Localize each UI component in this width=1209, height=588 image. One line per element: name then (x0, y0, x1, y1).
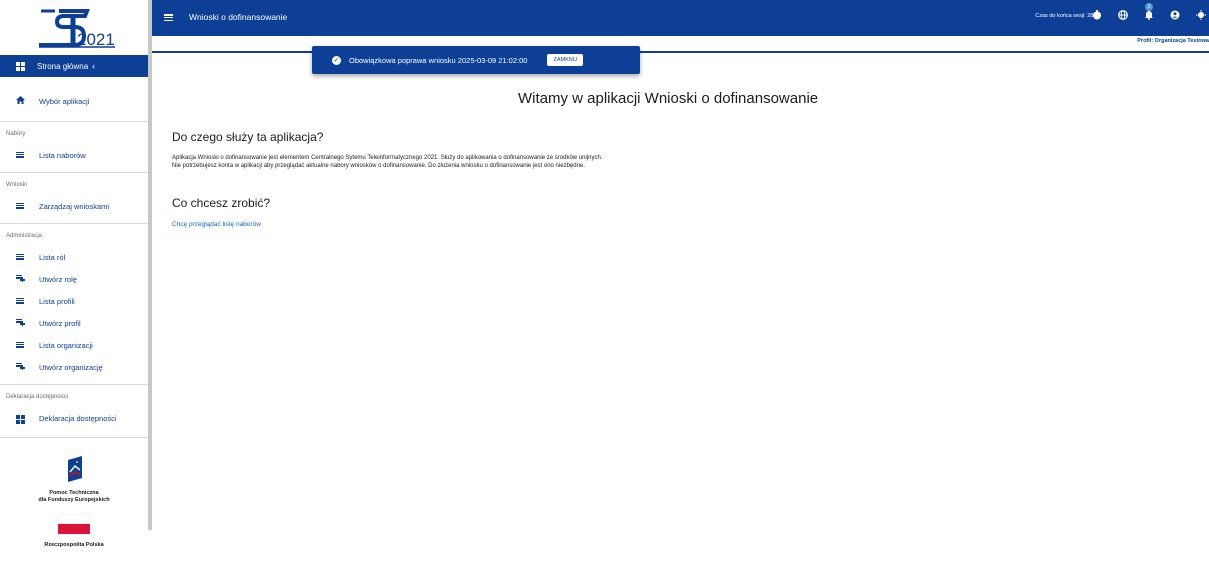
sidebar-item-label: Lista organizacji (39, 340, 93, 350)
active-profile[interactable]: Profil: Organizacja Testowa (1137, 38, 1209, 44)
sponsor-line1: Pomoc Techniczna (49, 490, 99, 496)
chevron-left-icon[interactable]: ‹ (92, 61, 95, 71)
sidebar-item-label: Lista profili (39, 296, 75, 306)
sidebar-item-accessibility-statement[interactable]: Deklaracja dostępności (0, 407, 148, 429)
sidebar-item-app-select[interactable]: Wybór aplikacji (0, 90, 148, 112)
dashboard-icon (16, 61, 25, 71)
sidebar-item-organizations-list[interactable]: Lista organizacji (0, 334, 148, 356)
cst2021-logo[interactable]: 2021 (0, 0, 148, 55)
sidebar-item-roles-list[interactable]: Lista ról (0, 246, 148, 268)
fe-logo-icon (68, 456, 82, 482)
list-icon (16, 202, 25, 211)
sidebar-item-label: Utwórz organizację (39, 362, 103, 372)
list-icon (16, 341, 25, 350)
home-bar[interactable]: Strona główna ‹ (0, 55, 148, 77)
toast-close-button[interactable]: ZAMKNIJ (547, 54, 583, 66)
sidebar-item-profiles-list[interactable]: Lista profili (0, 290, 148, 312)
heading-about: Do czego służy ta aplikacja? (172, 130, 324, 144)
top-icons: 1 (1090, 3, 1207, 21)
sidebar-item-label: Zarządzaj wnioskami (39, 201, 110, 211)
svg-text:2021: 2021 (77, 30, 115, 49)
timer-icon[interactable] (1090, 8, 1103, 21)
notification-badge: 1 (1145, 3, 1153, 11)
sidebar-item-label: Lista naborów (39, 150, 86, 160)
sidebar-item-label: Wybór aplikacji (39, 96, 90, 106)
section-label-wnioski: Wnioski (6, 182, 28, 188)
paragraph-about-2: Nie potrzebujesz konta w aplikacji aby p… (172, 163, 585, 169)
sidebar-item-label: Utwórz rolę (39, 274, 77, 284)
paragraph-about-1: Aplikacja Wnioski o dofinansowanie jest … (172, 155, 603, 161)
sidebar-item-manage-applications[interactable]: Zarządzaj wnioskami (0, 195, 148, 217)
sidebar-item-label: Lista ról (39, 252, 66, 262)
sidebar: 2021 Strona główna ‹ Wybór aplikacji Nab… (0, 0, 148, 588)
cst-logo-icon: 2021 (39, 8, 115, 49)
divider (0, 172, 148, 173)
sidebar-item-create-organization[interactable]: Utwórz organizację (0, 356, 148, 378)
sidebar-item-label: Deklaracja dostępności (39, 413, 117, 423)
app-title: Wnioski o dofinansowanie (189, 12, 288, 22)
sponsor-line2: dla Funduszy Europejskich (38, 497, 110, 503)
divider (0, 223, 148, 224)
toast-message: Obowiązkowa poprawa wniosku 2025-03-09 2… (349, 55, 528, 65)
hamburger-menu-icon[interactable] (164, 14, 173, 21)
sidebar-item-create-role[interactable]: Utwórz rolę (0, 268, 148, 290)
sponsor-poland-label: Rzeczpospolita Polska (44, 542, 104, 548)
sponsor-technical-assistance: Pomoc Techniczna dla Funduszy Europejski… (0, 456, 148, 504)
user-account-icon[interactable] (1168, 8, 1181, 21)
home-icon (16, 96, 25, 106)
list-add-icon (16, 318, 25, 328)
sidebar-item-label: Utwórz profil (39, 318, 81, 328)
divider (0, 384, 148, 385)
notification-toast: ✓ Obowiązkowa poprawa wniosku 2025-03-09… (312, 46, 640, 74)
list-add-icon (16, 362, 25, 372)
grid-icon (16, 412, 25, 424)
section-label-nabory: Nabory (6, 131, 26, 137)
home-label: Strona główna (37, 61, 89, 71)
divider (0, 121, 148, 122)
list-add-icon (16, 274, 25, 284)
list-icon (16, 253, 25, 262)
page-title: Witamy w aplikacji Wnioski o dofinansowa… (518, 90, 819, 107)
contrast-icon[interactable] (1194, 8, 1207, 21)
check-circle-icon: ✓ (332, 55, 341, 65)
heading-todo: Co chcesz zrobić? (172, 196, 271, 210)
section-label-accessibility: Deklaracja dostępności (6, 394, 69, 400)
notifications-bell-icon[interactable]: 1 (1142, 3, 1155, 21)
list-icon (16, 297, 25, 306)
poland-flag-icon (57, 513, 91, 534)
sidebar-item-create-profile[interactable]: Utwórz profil (0, 312, 148, 334)
sponsor-poland: Rzeczpospolita Polska (0, 513, 148, 549)
divider (0, 437, 148, 438)
browse-calls-link[interactable]: Chcę przeglądać listę naborów (172, 221, 261, 228)
globe-icon[interactable] (1116, 8, 1129, 21)
top-bar: Wnioski o dofinansowanie Czas do końca s… (152, 0, 1209, 36)
section-label-administracja: Administracja (6, 233, 43, 239)
sidebar-item-calls-list[interactable]: Lista naborów (0, 144, 148, 166)
list-icon (16, 151, 25, 160)
sidebar-scrollbar[interactable] (148, 0, 152, 530)
topbar-bottom-line (152, 51, 1209, 53)
